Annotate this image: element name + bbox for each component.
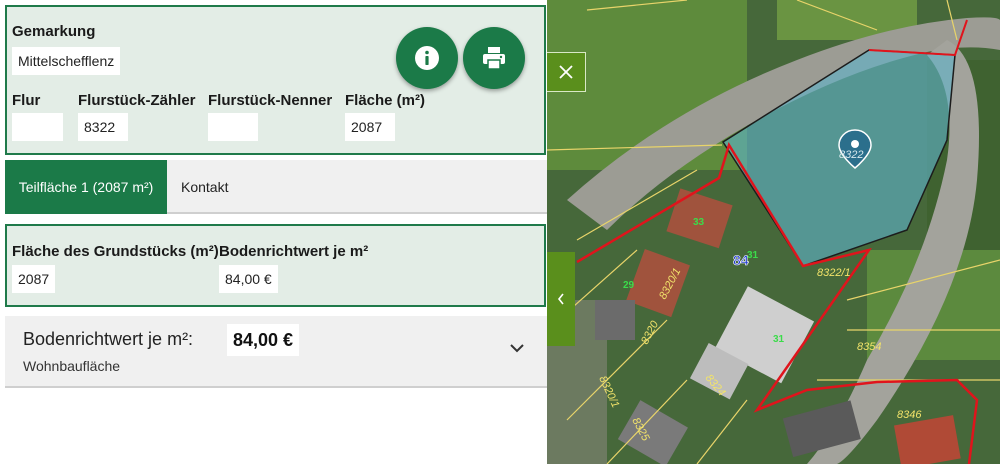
nenner-value — [208, 113, 258, 141]
zaehler-value: 8322 — [78, 113, 128, 141]
map-canvas[interactable]: 8322/1 8320/1 8320 8324 8320/1 8325 8354… — [547, 0, 1000, 464]
map-building-number: 31 — [773, 334, 785, 345]
teilflaeche-card: Fläche des Grundstücks (m²) 2087 Bodenri… — [5, 224, 546, 307]
tab-kontakt[interactable]: Kontakt — [181, 160, 228, 214]
tab-teilflaeche-1[interactable]: Teilfläche 1 (2087 m²) — [5, 160, 167, 214]
map-parcel-label: 8322/1 — [817, 267, 851, 279]
gemarkung-value: Mittelschefflenz — [12, 47, 121, 75]
map-view[interactable]: 8322/1 8320/1 8320 8324 8320/1 8325 8354… — [547, 0, 1000, 464]
collapse-panel-button[interactable] — [547, 252, 575, 346]
brw-value: 84,00 € — [219, 265, 278, 293]
chevron-left-icon — [557, 293, 564, 305]
map-building-number: 33 — [693, 217, 705, 228]
bodenrichtwert-value: 84,00 € — [227, 324, 300, 356]
print-button[interactable] — [463, 27, 525, 89]
print-icon — [483, 47, 505, 70]
close-panel-button[interactable] — [547, 52, 586, 92]
brw-label: Bodenrichtwert je m² — [219, 243, 369, 260]
nenner-label: Flurstück-Nenner — [208, 92, 333, 109]
bodenrichtwert-subtitle: Wohnbaufläche — [23, 358, 121, 374]
parcel-card: Gemarkung Mittelschefflenz Flur Flurstüc… — [5, 5, 546, 155]
map-building-number: 31 — [747, 250, 759, 261]
gemarkung-label: Gemarkung — [12, 23, 96, 40]
bodenrichtwert-title: Bodenrichtwert je m²: — [23, 329, 194, 349]
flaeche-value: 2087 — [345, 113, 395, 141]
info-button[interactable] — [396, 27, 458, 89]
grundstueck-flaeche-value: 2087 — [12, 265, 56, 293]
bodenrichtwert-accordion[interactable]: Bodenrichtwert je m²: 84,00 € Wohnbauflä… — [5, 316, 547, 388]
close-icon — [559, 65, 573, 79]
chevron-down-icon[interactable] — [507, 340, 527, 356]
flur-label: Flur — [12, 92, 41, 109]
map-parcel-label: 8322 — [839, 149, 863, 161]
map-parcel-label: 8346 — [897, 409, 922, 421]
map-building-number: 29 — [623, 280, 635, 291]
map-parcel-label: 8354 — [857, 341, 881, 353]
map-house-number: 84 — [733, 252, 749, 268]
grundstueck-flaeche-label: Fläche des Grundstücks (m²) — [12, 243, 219, 260]
flaeche-label: Fläche (m²) — [345, 92, 426, 109]
tab-bar: Teilfläche 1 (2087 m²) Kontakt — [5, 160, 547, 214]
info-panel: Gemarkung Mittelschefflenz Flur Flurstüc… — [0, 0, 547, 464]
info-icon — [415, 46, 439, 70]
flur-value — [12, 113, 63, 141]
zaehler-label: Flurstück-Zähler — [78, 92, 196, 109]
